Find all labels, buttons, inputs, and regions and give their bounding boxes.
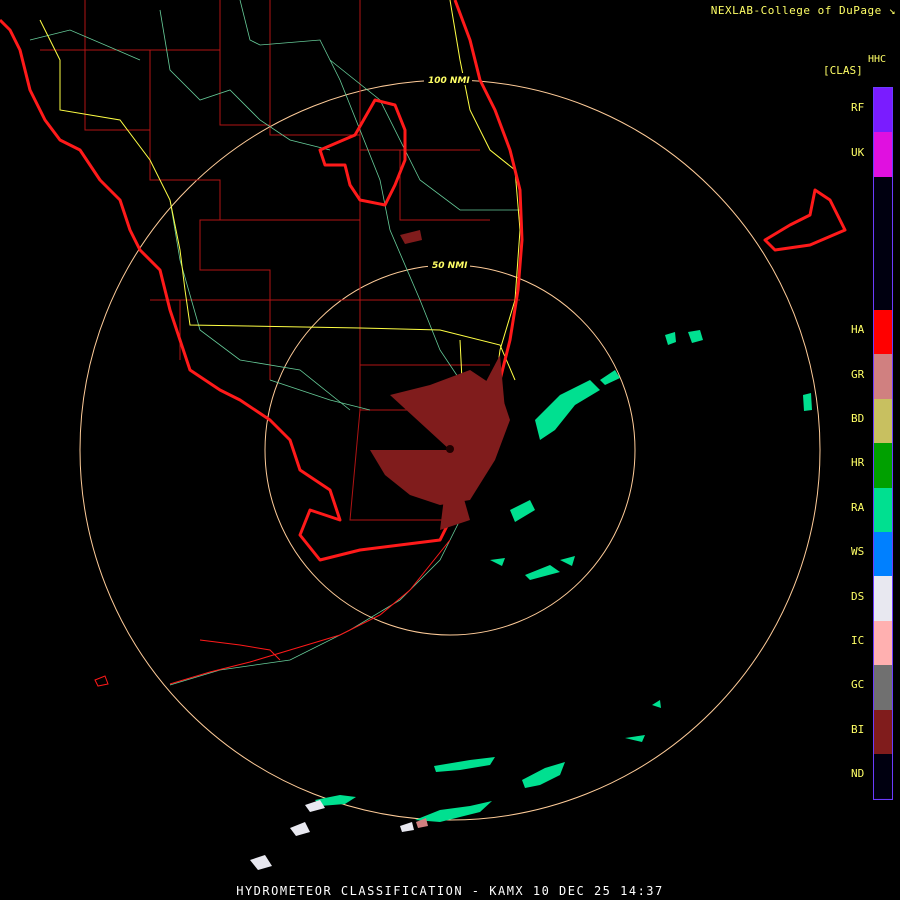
legend-swatch (874, 665, 892, 710)
legend-label: HA (851, 323, 865, 337)
roads (29, 0, 520, 686)
legend-swatch (874, 487, 892, 532)
credit-label: NEXLAB-College of DuPage (710, 4, 882, 17)
legend-swatch (874, 176, 892, 222)
legend-swatch (874, 709, 892, 754)
legend-swatch (874, 576, 892, 621)
legend-swatch (874, 354, 892, 399)
legend-label: RA (851, 500, 865, 514)
legend-label: HR (851, 456, 865, 470)
legend-label: UK (851, 145, 865, 159)
radar-site-dot (446, 445, 454, 453)
legend-swatch (874, 620, 892, 666)
legend-swatch (874, 443, 892, 488)
legend-label: BI (851, 722, 865, 736)
legend-label: WS (851, 545, 865, 559)
legend-label: BD (851, 412, 865, 425)
legend-label: RF (851, 101, 865, 115)
radar-map: 100 NMI 50 NMI (0, 0, 847, 870)
legend-swatch (874, 754, 892, 799)
legend-swatch (874, 398, 892, 444)
legend-label: DS (851, 589, 865, 603)
legend-swatch (874, 265, 892, 310)
legend-label: GR (851, 367, 865, 381)
legend-swatch (874, 532, 892, 577)
footer-title: HYDROMETEOR CLASSIFICATION - KAMX 10 DEC… (236, 884, 664, 898)
legend-swatch (874, 221, 892, 266)
legend-label: ND (851, 767, 865, 781)
class-label: [CLAS] (823, 64, 863, 77)
legend-color-bar (873, 87, 893, 800)
arrow-icon: ↘ (888, 4, 896, 17)
credit-text: NEXLAB-College of DuPage ↘ (711, 4, 896, 17)
legend-label: GC (851, 678, 865, 692)
product-code: HHC (868, 54, 887, 65)
legend-swatch (874, 132, 892, 177)
ring-label-50nmi: 50 NMI (432, 261, 468, 271)
legend-swatch (874, 88, 892, 133)
rain-echoes (315, 330, 812, 822)
snow-echoes (250, 800, 414, 870)
legend-label: IC (851, 634, 865, 647)
ring-label-100nmi: 100 NMI (428, 76, 470, 86)
legend-swatch (874, 310, 892, 355)
